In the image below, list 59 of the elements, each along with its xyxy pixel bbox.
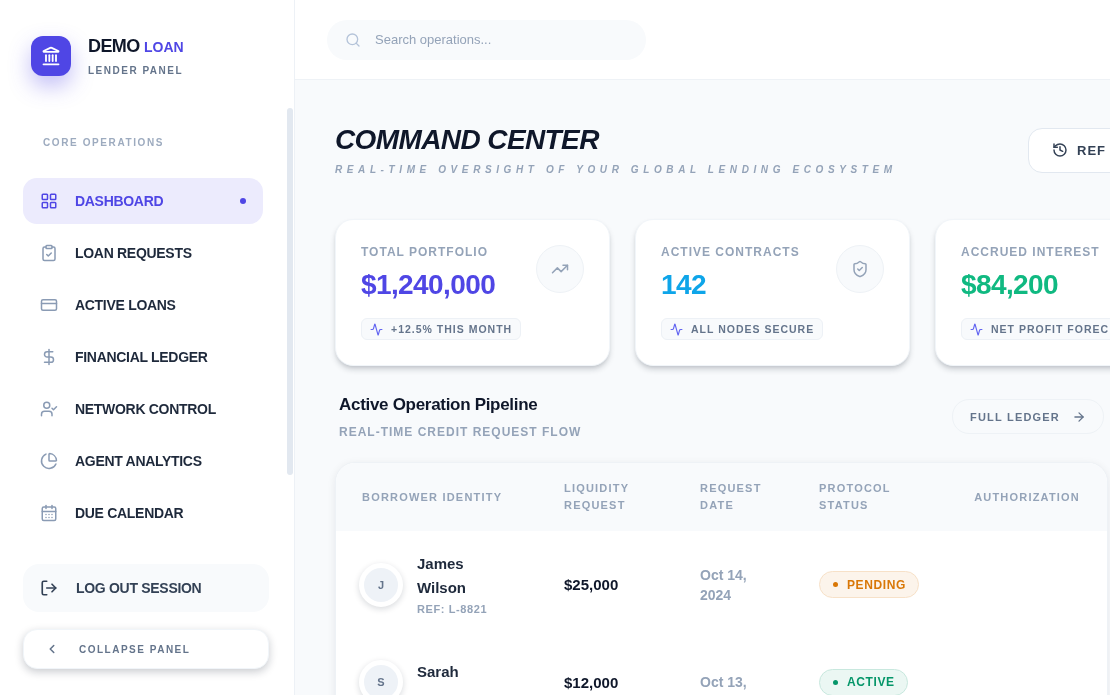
request-date: Oct 13, [700,673,747,692]
brand-subtitle: LENDER PANEL [88,65,184,77]
history-icon [1052,142,1068,158]
active-dot-icon [240,198,246,204]
borrower-name: James Wilson [417,554,468,598]
bank-logo-icon [31,36,71,76]
pulse-icon [370,322,383,336]
stat-value: 142 [661,268,706,302]
section-title: Active Operation Pipeline [339,394,539,416]
stat-label: ACTIVE CONTRACTS [661,245,800,259]
logout-button[interactable]: LOG OUT SESSION [23,564,269,612]
status-label: PENDING [847,577,906,592]
nav-item[interactable]: FINANCIAL LEDGER [23,334,263,380]
column-header: AUTHORIZATION [974,489,1080,505]
page-subtitle: REAL-TIME OVERSIGHT OF YOUR GLOBAL LENDING ECOSYSTEM [335,164,897,176]
column-header: PROTOCOL STATUS [819,481,892,513]
nav-item[interactable]: DUE CALENDAR [23,490,263,536]
scrollbar-thumb[interactable] [287,108,293,475]
card-icon [40,296,58,314]
stat-label: ACCRUED INTEREST [961,245,1100,259]
stat-value: $84,200 [961,268,1058,302]
pulse-icon [670,322,683,336]
user-check-icon [40,400,58,418]
page-title: COMMAND CENTER [335,124,599,156]
trend-up-icon [536,245,584,293]
search-icon [345,31,361,48]
column-header: BORROWER IDENTITY [362,489,503,505]
borrower-name: Sarah [417,662,459,682]
collapse-panel-button[interactable]: COLLAPSE PANEL [23,629,269,669]
status-label: ACTIVE [847,675,895,689]
nav-item[interactable]: AGENT ANALYTICS [23,438,263,484]
request-date: Oct 14, 2024 [700,565,748,605]
section-label: CORE OPERATIONS [43,137,165,149]
full-ledger-button[interactable]: FULL LEDGER [952,399,1104,434]
stat-note: ALL NODES SECURE [691,323,815,335]
nav-item[interactable]: NETWORK CONTROL [23,386,263,432]
stat-value: $1,240,000 [361,268,496,302]
calendar-icon [40,504,58,522]
brand-name: DEMO LOAN [88,35,184,58]
reference-id: REF: L-8821 [417,602,488,617]
stat-note: +12.5% THIS MONTH [391,323,513,335]
loan-amount: $12,000 [564,673,619,691]
nav-item[interactable]: ACTIVE LOANS [23,282,263,328]
stat-note: NET PROFIT FOREC [991,323,1110,335]
section-subtitle: REAL-TIME CREDIT REQUEST FLOW [339,425,582,439]
refresh-button[interactable]: REF [1028,127,1110,173]
shield-check-icon [836,245,884,293]
loan-amount: $25,000 [564,576,619,593]
search-field[interactable]: Search operations... [327,19,646,60]
grid-icon [40,192,58,210]
nav-item[interactable]: DASHBOARD [23,178,263,224]
stat-label: TOTAL PORTFOLIO [361,245,488,259]
pulse-icon [970,322,983,336]
column-header: REQUEST DATE [700,481,763,513]
logout-icon [40,579,58,597]
column-header: LIQUIDITY REQUEST [564,481,630,513]
nav-item[interactable]: LOAN REQUESTS [23,230,263,276]
pie-chart-icon [40,452,58,470]
clipboard-check-icon [40,244,58,262]
